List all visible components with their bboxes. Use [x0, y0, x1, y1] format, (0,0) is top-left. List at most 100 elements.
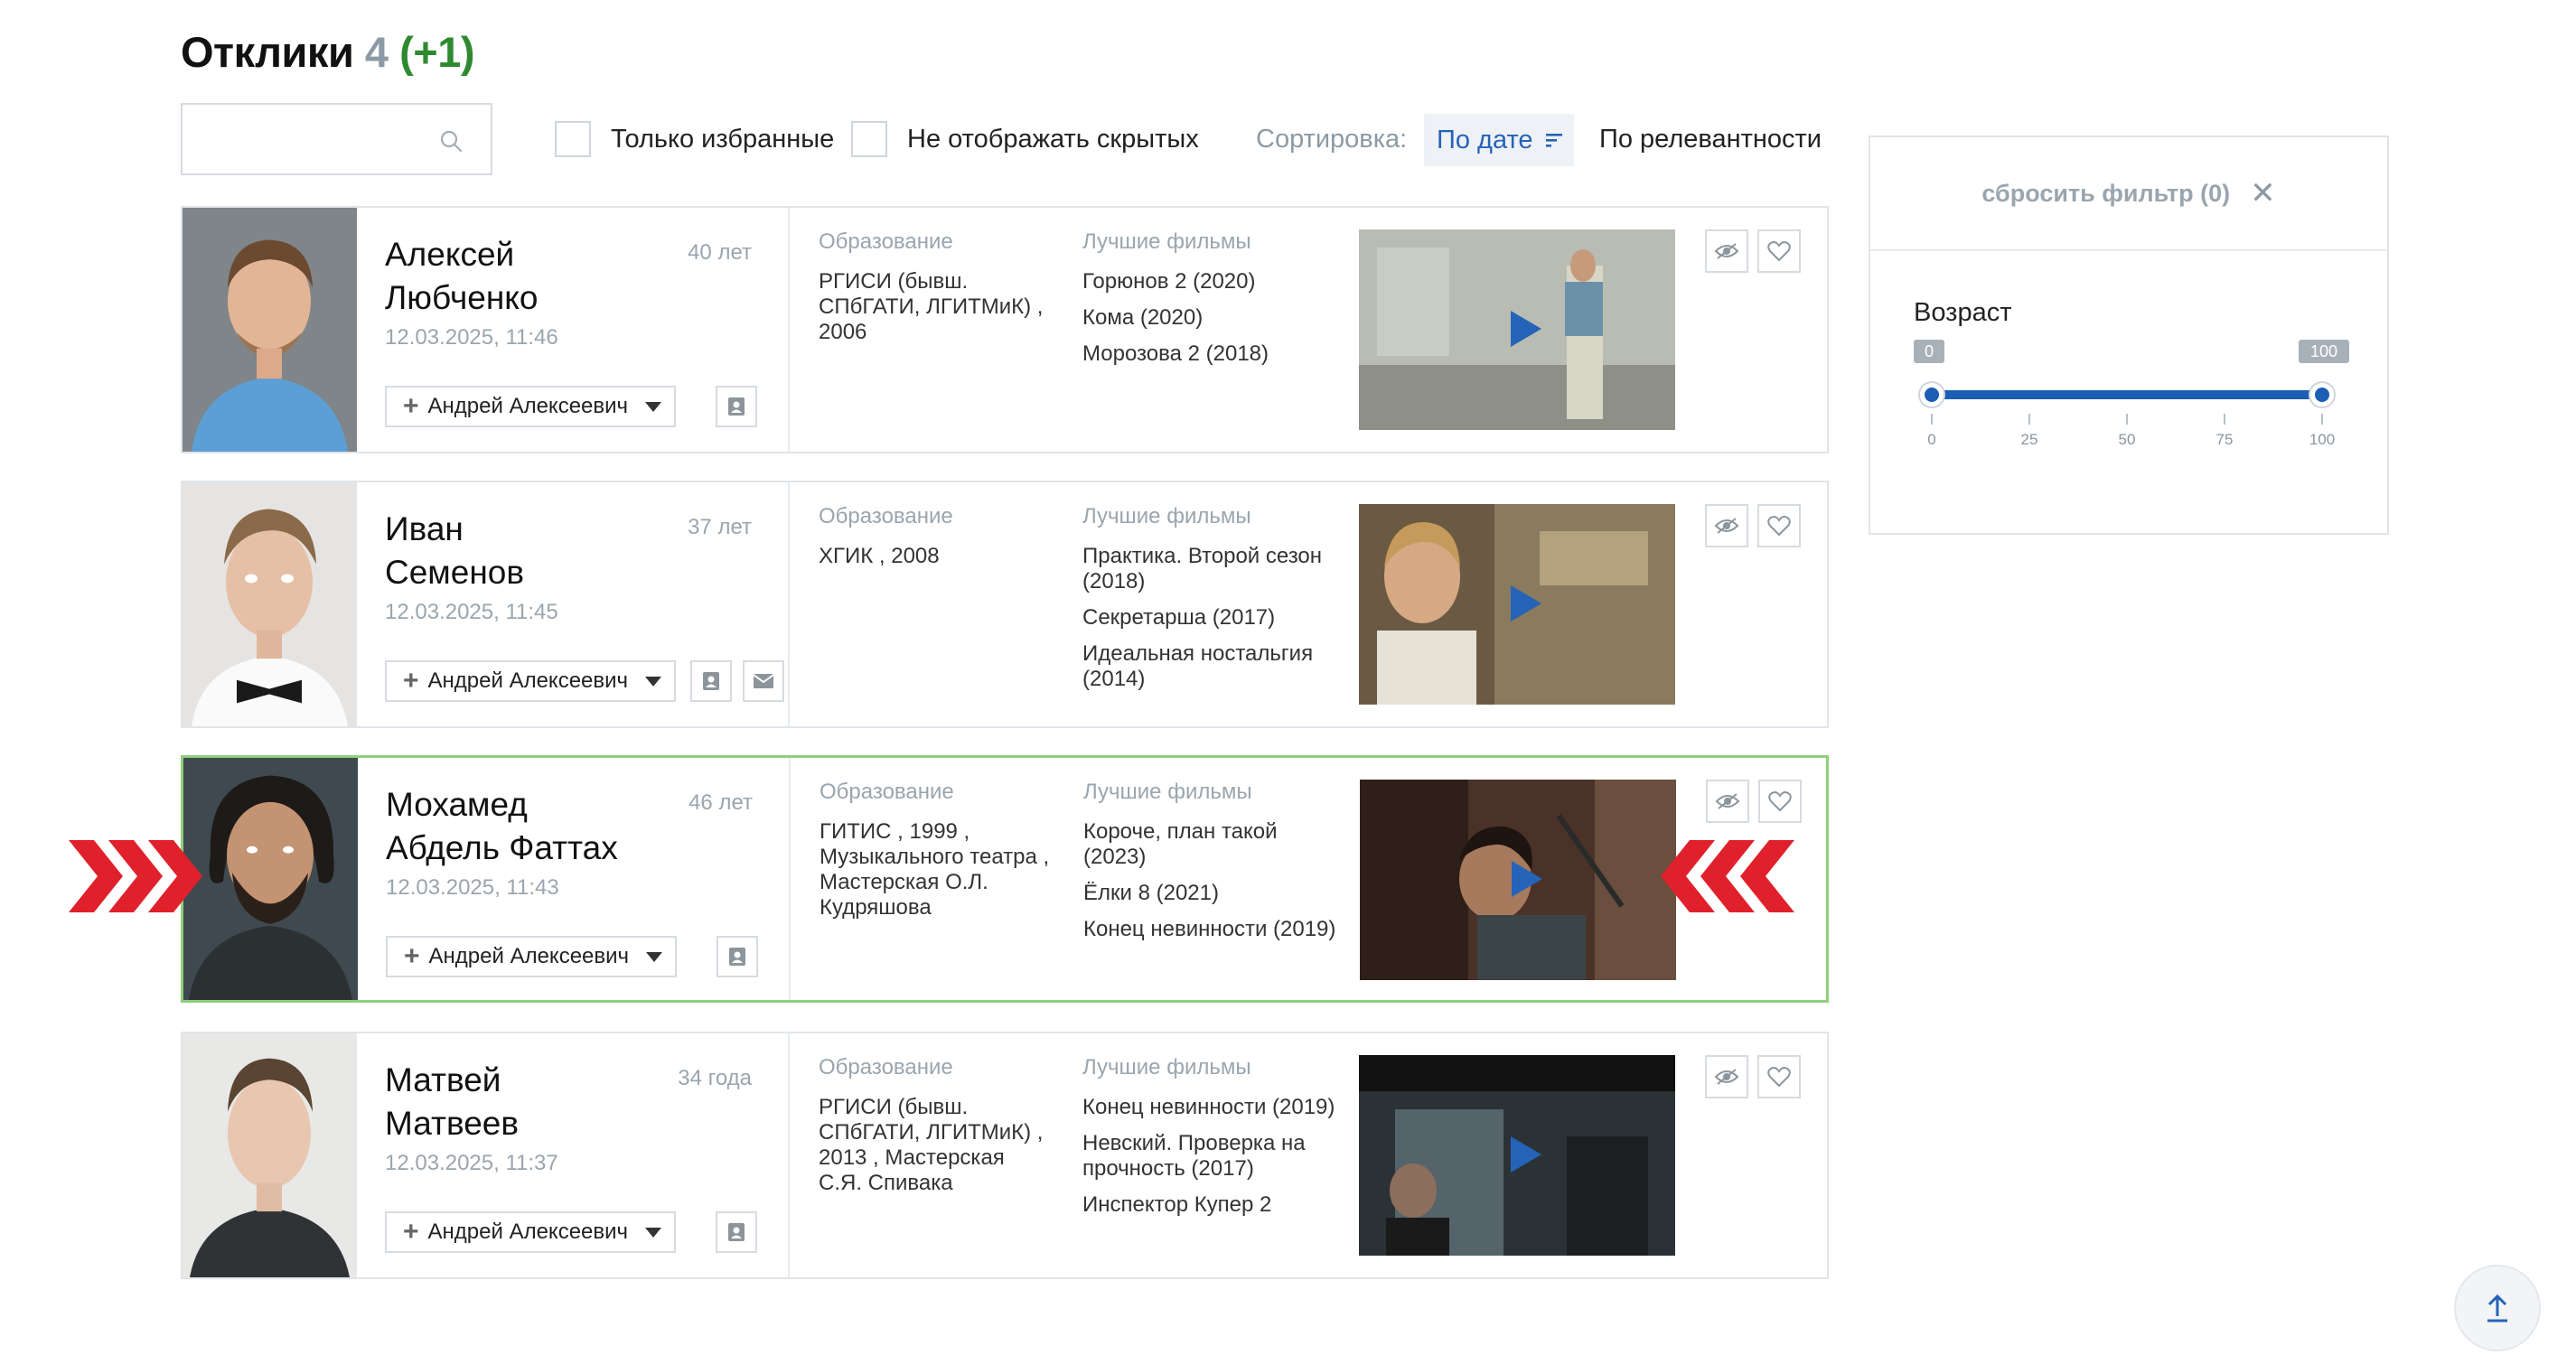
annotation-arrows-right-pointing-icon — [69, 840, 202, 912]
candidate-photo[interactable] — [183, 208, 357, 452]
heart-icon — [1767, 241, 1791, 262]
candidate-name[interactable]: Матвей Матвеев — [385, 1059, 638, 1145]
candidate-name[interactable]: Мохамед Абдель Фаттах — [386, 783, 639, 870]
hide-candidate-button[interactable] — [1705, 504, 1748, 547]
contact-card-button[interactable] — [716, 1211, 757, 1253]
response-date: 12.03.2025, 11:37 — [385, 1151, 558, 1175]
assignee-name: Андрей Алексеевич — [427, 394, 629, 418]
checkbox-box[interactable] — [555, 121, 591, 157]
education-label: Образование — [819, 229, 953, 254]
close-icon: ✕ — [2250, 176, 2276, 210]
contact-card-icon — [729, 948, 745, 966]
hide-hidden-label: Не отображать скрытых — [907, 124, 1199, 154]
hide-hidden-checkbox[interactable]: Не отображать скрытых — [851, 121, 1199, 157]
candidate-name[interactable]: Алексей Любченко — [385, 233, 638, 320]
contact-card-icon — [728, 1223, 745, 1241]
best-films-list: Конец невинности (2019) Невский. Проверк… — [1082, 1095, 1344, 1229]
assignee-dropdown[interactable]: + Андрей Алексеевич — [386, 936, 677, 977]
annotation-arrows-left-pointing-icon — [1661, 840, 1794, 912]
heart-icon — [1767, 1067, 1791, 1088]
candidate-last-name: Матвеев — [385, 1105, 519, 1142]
candidate-photo[interactable] — [183, 1033, 357, 1277]
search-icon — [440, 130, 463, 153]
candidate-card-highlighted[interactable]: Мохамед Абдель Фаттах 46 лет 12.03.2025,… — [181, 755, 1829, 1003]
candidate-card[interactable]: Алексей Любченко 40 лет 12.03.2025, 11:4… — [181, 206, 1829, 453]
card-divider — [788, 482, 790, 726]
card-divider — [789, 758, 791, 1000]
max-value-text: 100 — [2310, 342, 2337, 360]
film-item: Секретарша (2017) — [1082, 605, 1276, 630]
response-date: 12.03.2025, 11:43 — [386, 875, 559, 900]
chevron-down-icon — [646, 951, 662, 962]
favorite-button[interactable] — [1757, 504, 1801, 547]
search-input[interactable] — [181, 103, 492, 175]
film-item: Короче, план такой (2023) — [1083, 819, 1278, 869]
candidate-first-name: Иван — [385, 510, 464, 547]
envelope-icon — [753, 674, 774, 688]
eye-slash-icon — [1715, 793, 1740, 809]
hide-candidate-button[interactable] — [1705, 229, 1748, 273]
hide-candidate-button[interactable] — [1705, 1055, 1748, 1098]
film-item: Инспектор Купер 2 — [1082, 1192, 1272, 1217]
candidate-last-name: Абдель Фаттах — [386, 829, 618, 866]
reset-filter-button[interactable]: сбросить фильтр (0) ✕ — [1870, 137, 2387, 251]
film-item: Конец невинности (2019) — [1082, 1095, 1335, 1119]
heart-icon — [1767, 516, 1791, 537]
candidate-first-name: Мохамед — [386, 786, 528, 823]
candidate-name[interactable]: Иван Семенов — [385, 508, 638, 594]
sort-label: Сортировка: — [1256, 125, 1408, 154]
favorite-button[interactable] — [1757, 229, 1801, 273]
candidate-age: 40 лет — [688, 240, 752, 265]
assignee-name: Андрей Алексеевич — [428, 944, 630, 968]
age-range-slider[interactable]: 0 100 0 25 50 75 100 — [1914, 336, 2355, 481]
candidate-card[interactable]: Матвей Матвеев 34 года 12.03.2025, 11:37… — [181, 1032, 1829, 1279]
assignee-dropdown[interactable]: + Андрей Алексеевич — [385, 660, 676, 702]
favorite-button[interactable] — [1758, 780, 1802, 823]
sort-by-relevance-button[interactable]: По релевантности — [1599, 125, 1822, 154]
only-favorites-checkbox[interactable]: Только избранные — [555, 121, 834, 157]
video-preview[interactable] — [1360, 780, 1676, 980]
candidate-card[interactable]: Иван Семенов 37 лет 12.03.2025, 11:45 + … — [181, 481, 1829, 728]
tick-label: 50 — [2119, 431, 2136, 448]
candidate-last-name: Любченко — [385, 279, 539, 316]
contact-card-icon — [703, 672, 719, 690]
page-title: Отклики 4 (+1) — [181, 27, 474, 77]
plus-icon: + — [403, 391, 419, 421]
message-button[interactable] — [743, 660, 784, 702]
tick-label: 25 — [2021, 431, 2038, 448]
eye-slash-icon — [1714, 1069, 1739, 1085]
candidate-age: 46 лет — [688, 790, 753, 815]
assignee-dropdown[interactable]: + Андрей Алексеевич — [385, 386, 676, 427]
candidate-photo[interactable] — [183, 482, 357, 726]
filter-panel: сбросить фильтр (0) ✕ Возраст 0 100 0 25… — [1869, 136, 2389, 535]
only-favorites-label: Только избранные — [611, 124, 835, 154]
response-date: 12.03.2025, 11:46 — [385, 325, 558, 350]
assignee-name: Андрей Алексеевич — [427, 668, 629, 693]
film-item: Практика. Второй сезон (2018) — [1082, 544, 1323, 593]
film-item: Конец невинности (2019) — [1083, 917, 1336, 941]
film-item: Идеальная ностальгия (2014) — [1082, 641, 1314, 691]
card-divider — [788, 208, 790, 452]
sort-icon — [1545, 134, 1562, 147]
hide-candidate-button[interactable] — [1706, 780, 1749, 823]
best-films-list: Горюнов 2 (2020) Кома (2020) Морозова 2 … — [1082, 269, 1344, 378]
eye-slash-icon — [1714, 518, 1739, 534]
chevron-down-icon — [645, 401, 661, 412]
contact-card-button[interactable] — [690, 660, 732, 702]
contact-card-button[interactable] — [716, 386, 757, 427]
sort-by-date-label: По дате — [1437, 125, 1533, 154]
checkbox-box[interactable] — [851, 121, 887, 157]
candidate-age: 34 года — [678, 1066, 752, 1090]
favorite-button[interactable] — [1757, 1055, 1801, 1098]
video-preview[interactable] — [1359, 504, 1675, 705]
video-preview[interactable] — [1359, 1055, 1675, 1256]
assignee-dropdown[interactable]: + Андрей Алексеевич — [385, 1211, 676, 1253]
tick-label: 75 — [2216, 431, 2234, 448]
scroll-to-top-button[interactable] — [2454, 1265, 2541, 1351]
best-films-list: Практика. Второй сезон (2018) Секретарша… — [1082, 544, 1344, 703]
sort-by-date-button[interactable]: По дате — [1424, 114, 1574, 166]
age-filter-title: Возраст — [1914, 298, 2012, 327]
arrow-up-icon — [2487, 1294, 2507, 1322]
contact-card-button[interactable] — [717, 936, 758, 977]
video-preview[interactable] — [1359, 229, 1675, 430]
